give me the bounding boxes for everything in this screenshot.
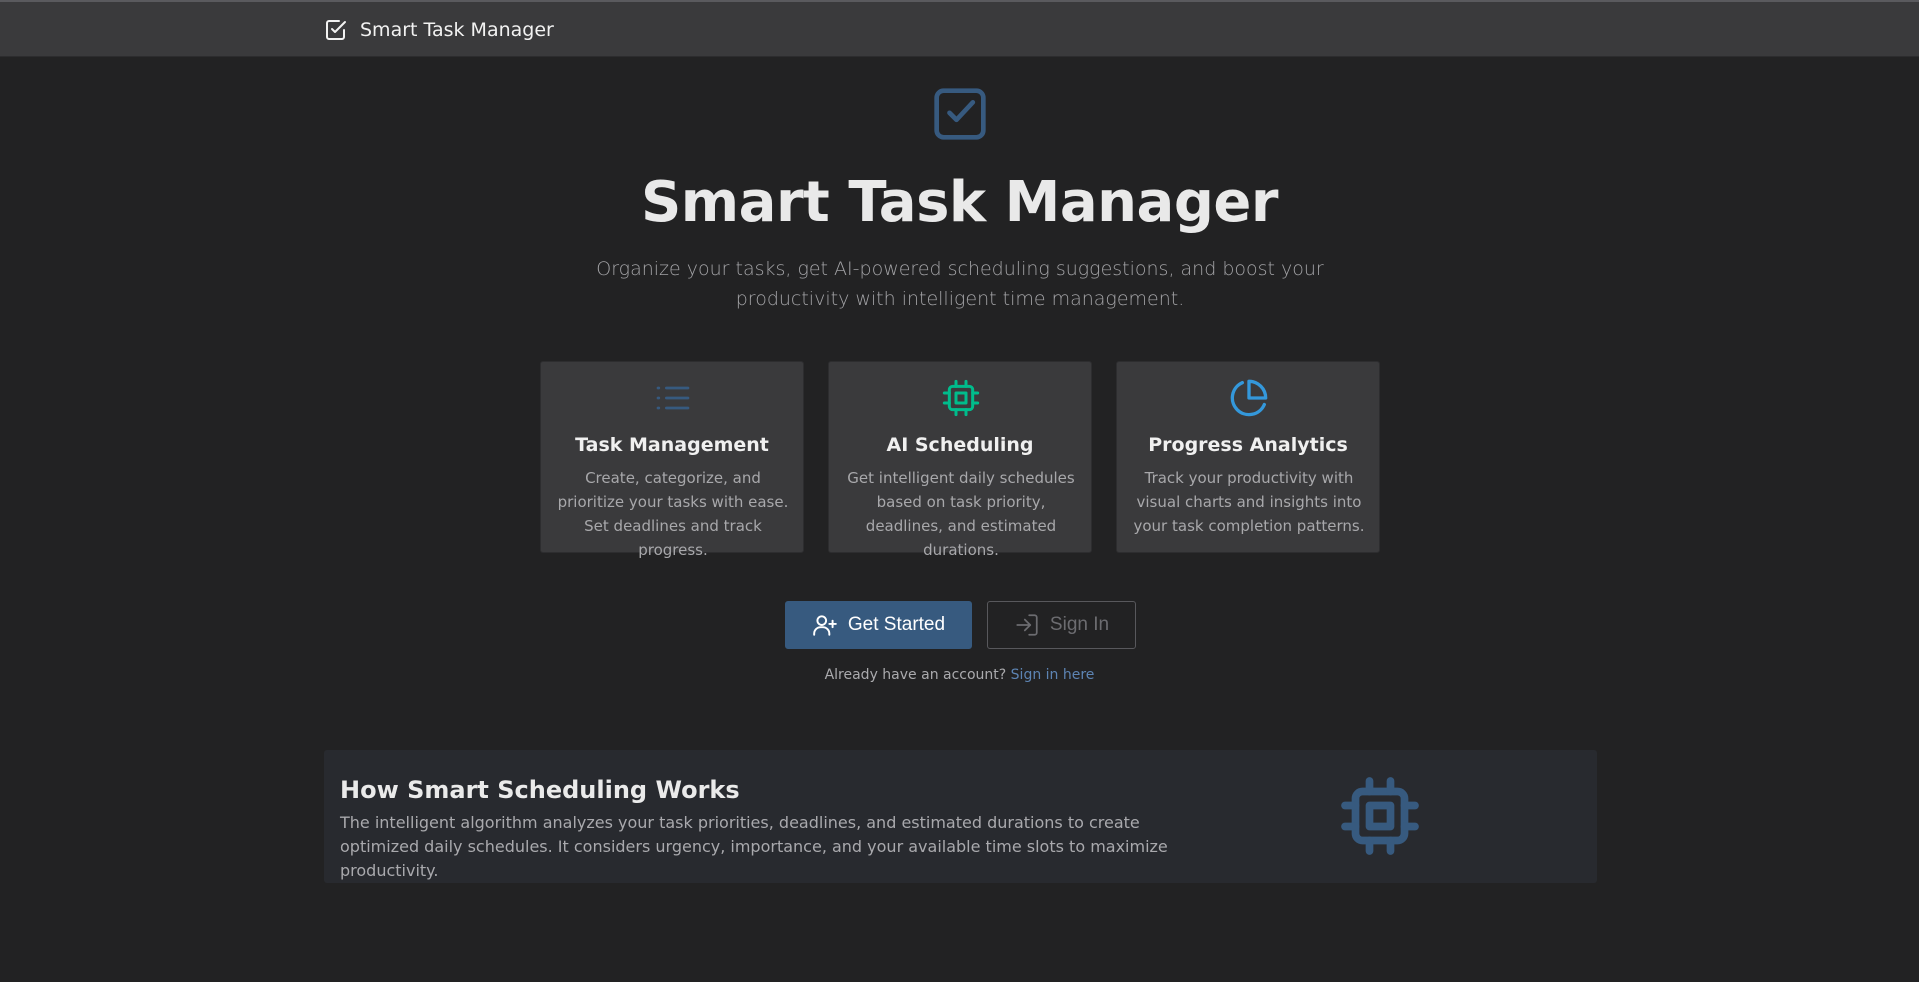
navbar-brand[interactable]: Smart Task Manager [324, 2, 554, 57]
log-in-icon [1016, 614, 1038, 636]
feature-description: Get intelligent daily schedules based on… [847, 469, 1075, 559]
sign-in-label: Sign In [1049, 614, 1110, 635]
sign-in-link[interactable]: Sign in here [1011, 667, 1095, 683]
page-title: Smart Task Manager [640, 170, 1279, 235]
feature-title: Task Management [575, 434, 769, 456]
get-started-button[interactable]: Get Started [785, 601, 972, 649]
cpu-icon [1341, 777, 1419, 855]
list-icon [656, 386, 690, 410]
feature-card-progress-analytics: Progress Analytics Track your productivi… [1116, 361, 1380, 553]
brand-label: Smart Task Manager [360, 18, 554, 41]
feature-card-ai-scheduling: AI Scheduling Get intelligent daily sche… [828, 361, 1092, 559]
page-subtitle: Organize your tasks, get AI-powered sche… [596, 258, 1324, 310]
how-it-works-panel: How Smart Scheduling Works The intellige… [324, 750, 1597, 883]
pie-chart-icon [1230, 379, 1268, 417]
feature-description: Create, categorize, and prioritize your … [557, 469, 789, 559]
get-started-label: Get Started [847, 614, 946, 635]
user-plus-icon [813, 615, 837, 636]
already-text: Already have an account? [824, 667, 1007, 683]
check-square-icon [326, 19, 346, 40]
feature-card-task-management: Task Management Create, categorize, and … [540, 361, 804, 559]
feature-description: Track your productivity with visual char… [1133, 469, 1365, 535]
how-it-works-text: The intelligent algorithm analyzes your … [340, 813, 1168, 880]
cpu-icon [942, 379, 980, 417]
already-have-account: Already have an account? Sign in here [0, 667, 1919, 683]
how-it-works-title: How Smart Scheduling Works [340, 776, 740, 804]
feature-title: AI Scheduling [886, 434, 1034, 456]
sign-in-button[interactable]: Sign In [987, 601, 1136, 649]
navbar: Smart Task Manager [0, 2, 1919, 57]
check-square-icon [934, 88, 986, 140]
feature-title: Progress Analytics [1148, 434, 1348, 456]
